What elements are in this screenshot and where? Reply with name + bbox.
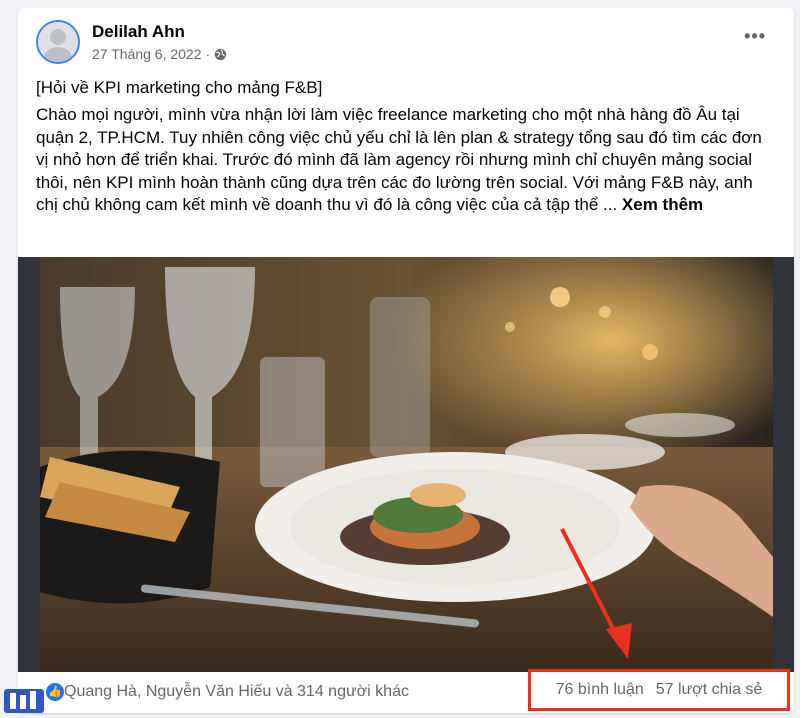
post-body: Chào mọi người, mình vừa nhận lời làm vi… [36,104,776,217]
globe-icon[interactable] [214,48,227,61]
reactions-summary[interactable]: Quang Hà, Nguyễn Văn Hiếu và 314 người k… [64,683,409,701]
avatar[interactable] [36,20,80,64]
see-more-link[interactable]: Xem thêm [622,195,703,214]
post-meta: 27 Tháng 6, 2022 · [92,46,227,62]
like-reaction-icon[interactable]: 👍 [46,683,64,701]
more-options-icon[interactable]: ••• [744,26,766,47]
shares-count[interactable]: 57 lượt chia sẻ [656,681,763,699]
engagement-highlight: 76 bình luận 57 lượt chia sẻ [528,669,790,711]
post-title: [Hỏi về KPI marketing cho mảng F&B] [36,78,323,97]
post-card: Delilah Ahn 27 Tháng 6, 2022 · ••• [Hỏi … [18,8,794,713]
post-footer: 👍 Quang Hà, Nguyễn Văn Hiếu và 314 người… [18,669,794,713]
user-silhouette-icon [38,22,78,62]
watermark-logo [0,683,48,713]
post-photo[interactable] [18,257,794,672]
restaurant-photo [40,257,773,672]
post-date[interactable]: 27 Tháng 6, 2022 [92,46,202,62]
author-name[interactable]: Delilah Ahn [92,22,185,42]
comments-count[interactable]: 76 bình luận [556,681,644,699]
